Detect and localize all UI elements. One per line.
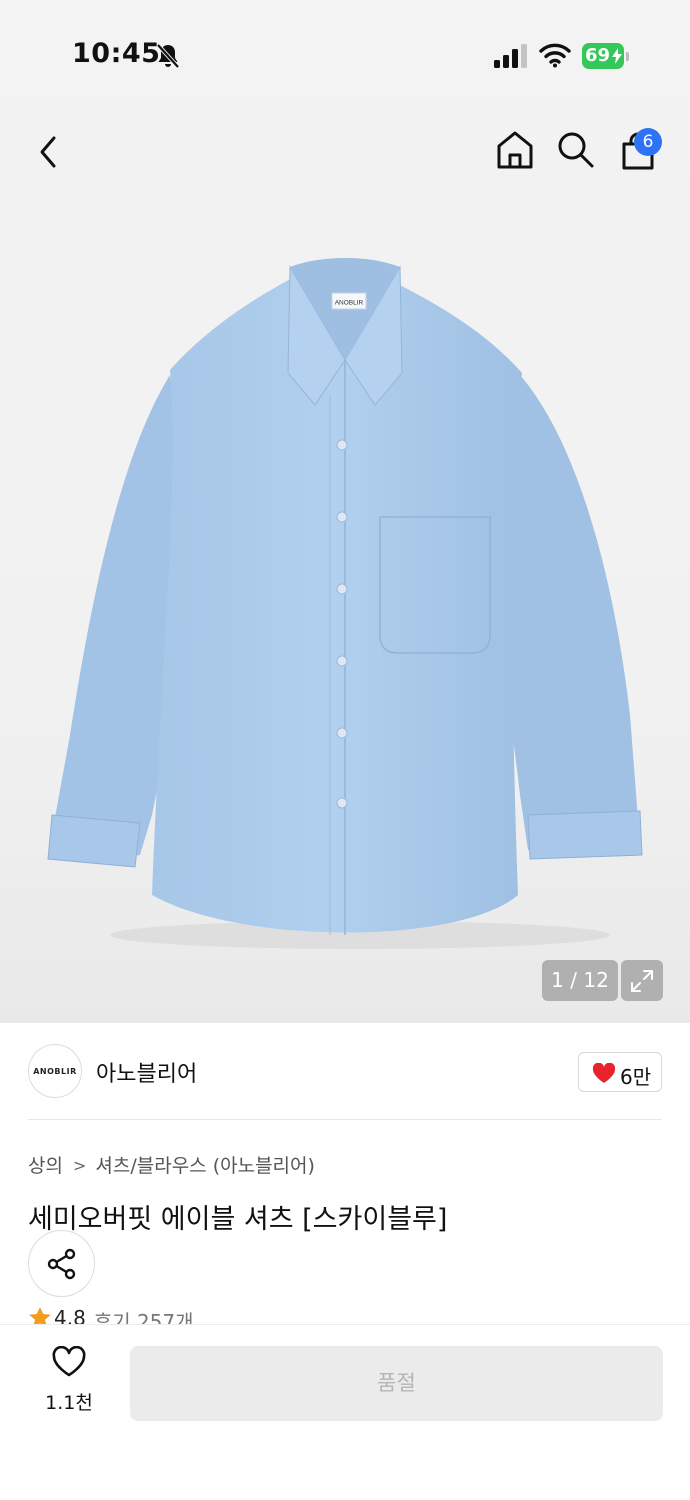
chevron-right-icon: > [72, 1156, 87, 1175]
wifi-icon [539, 43, 571, 68]
expand-image-button[interactable] [621, 960, 663, 1001]
home-icon[interactable] [494, 128, 536, 172]
status-time: 10:45 [72, 38, 161, 69]
status-bar: 10:45 69 [0, 0, 690, 100]
cellular-signal-icon [494, 44, 527, 68]
divider [28, 1119, 662, 1120]
cart-count-badge: 6 [634, 128, 662, 156]
charging-bolt-icon [612, 48, 622, 64]
share-icon [47, 1248, 76, 1280]
sold-out-button[interactable]: 품절 [130, 1346, 663, 1421]
breadcrumb-category[interactable]: 상의 [28, 1155, 63, 1177]
wishlist-count: 1.1천 [45, 1392, 93, 1414]
expand-icon [631, 970, 653, 992]
brand-logo[interactable]: ANOBLIR [28, 1044, 82, 1098]
shirt-label: ANOBLIR [335, 300, 364, 307]
chevron-left-icon[interactable] [30, 130, 70, 174]
product-gallery[interactable]: 10:45 69 6 ANOBLIR 1 / 12 [0, 0, 690, 1023]
product-photo[interactable]: ANOBLIR [40, 255, 650, 955]
product-title: 세미오버핏 에이블 셔츠 [스카이블루] [28, 1204, 448, 1235]
bell-slash-icon [156, 43, 180, 69]
brand-like-count: 6만 [620, 1065, 652, 1089]
breadcrumb: 상의 > 셔츠/블라우스 (아노블리어) [28, 1151, 315, 1178]
battery-cap [626, 52, 629, 61]
heart-outline-icon [52, 1346, 86, 1377]
image-counter: 1 / 12 [542, 960, 618, 1001]
brand-name[interactable]: 아노블리어 [96, 1056, 197, 1088]
wishlist-button[interactable]: 1.1천 [36, 1346, 102, 1416]
battery-charging-icon: 69 [582, 43, 630, 69]
brand-like-button[interactable]: 6만 [578, 1052, 662, 1092]
share-button[interactable] [28, 1230, 95, 1297]
search-icon[interactable] [556, 130, 596, 170]
heart-filled-icon [592, 1063, 616, 1083]
breadcrumb-subcategory[interactable]: 셔츠/블라우스 (아노블리어) [95, 1155, 315, 1177]
